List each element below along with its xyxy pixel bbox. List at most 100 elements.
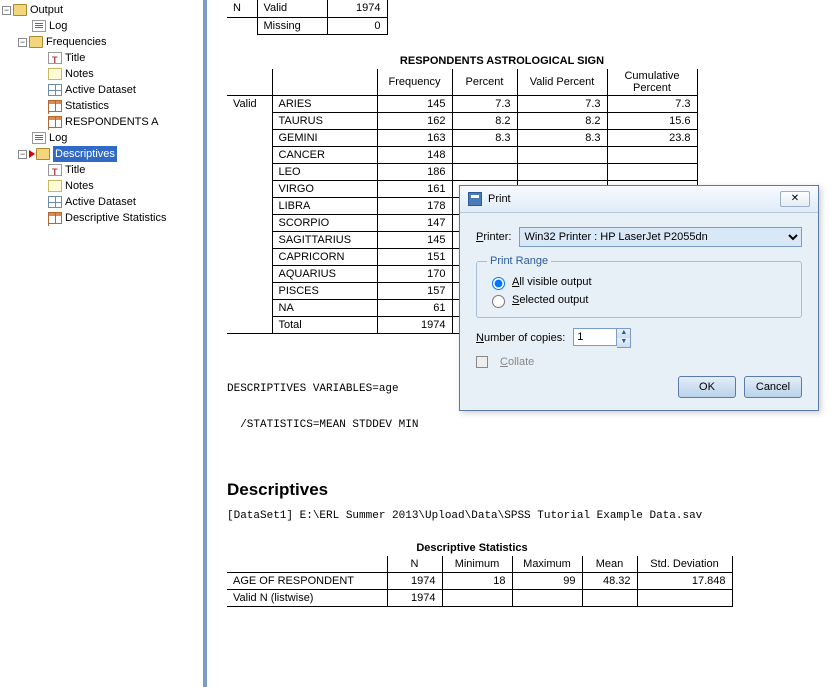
col-header: Mean xyxy=(582,556,637,573)
dataset-icon xyxy=(48,84,62,96)
value-cell: 151 xyxy=(377,248,452,265)
value-cell xyxy=(637,590,732,607)
copies-input[interactable] xyxy=(573,328,617,346)
valid-label-cell xyxy=(227,180,272,197)
tree-node-frequencies[interactable]: − Frequencies xyxy=(0,34,203,50)
collapse-icon[interactable]: − xyxy=(18,38,27,47)
table-row: Valid N (listwise)1974 xyxy=(227,590,732,607)
radio-all-visible[interactable] xyxy=(492,277,505,290)
dialog-close-button[interactable]: ✕ xyxy=(780,191,810,207)
sign-cell: ARIES xyxy=(272,95,377,112)
printer-select[interactable]: Win32 Printer : HP LaserJet P2055dn xyxy=(519,227,802,247)
cell: Missing xyxy=(257,17,327,34)
tree-node-statistics[interactable]: Statistics xyxy=(0,98,203,114)
value-cell: 23.8 xyxy=(607,129,697,146)
valid-label-cell xyxy=(227,231,272,248)
value-cell xyxy=(452,146,517,163)
value-cell: 15.6 xyxy=(607,112,697,129)
tree-node-desc-stats[interactable]: Descriptive Statistics xyxy=(0,210,203,226)
print-dialog-icon xyxy=(468,192,482,206)
tree-label: Notes xyxy=(65,178,94,194)
cell: 1974 xyxy=(327,0,387,17)
col-header: Minimum xyxy=(442,556,512,573)
syntax-line: /STATISTICS=MEAN STDDEV MIN xyxy=(227,419,826,431)
value-cell: 8.2 xyxy=(452,112,517,129)
value-cell xyxy=(607,146,697,163)
value-cell: 7.3 xyxy=(452,95,517,112)
row-label: Valid N (listwise) xyxy=(227,590,387,607)
spin-up[interactable]: ▲ xyxy=(617,329,630,338)
value-cell: 178 xyxy=(377,197,452,214)
tree-node-respondents[interactable]: RESPONDENTS A xyxy=(0,114,203,130)
tree-label: Title xyxy=(65,162,85,178)
collapse-icon[interactable]: − xyxy=(18,150,27,159)
tree-node-output[interactable]: − Output xyxy=(0,2,203,18)
valid-label-cell xyxy=(227,282,272,299)
tree-node-notes[interactable]: Notes xyxy=(0,66,203,82)
copies-label: Number of copies: xyxy=(476,332,565,344)
sign-cell: AQUARIUS xyxy=(272,265,377,282)
valid-label-cell xyxy=(227,214,272,231)
spin-down[interactable]: ▼ xyxy=(617,338,630,347)
desc-table-title: Descriptive Statistics xyxy=(227,542,717,554)
tree-node-title[interactable]: Title xyxy=(0,50,203,66)
value-cell: 8.2 xyxy=(517,112,607,129)
valid-label-cell xyxy=(227,265,272,282)
tree-node-active-dataset2[interactable]: Active Dataset xyxy=(0,194,203,210)
col-header: Frequency xyxy=(377,69,452,96)
tree-label: Active Dataset xyxy=(65,194,136,210)
collapse-icon[interactable]: − xyxy=(2,6,11,15)
tree-label: Active Dataset xyxy=(65,82,136,98)
value-cell: 18 xyxy=(442,573,512,590)
value-cell: 170 xyxy=(377,265,452,282)
value-cell: 7.3 xyxy=(607,95,697,112)
value-cell: 1974 xyxy=(387,590,442,607)
value-cell: 162 xyxy=(377,112,452,129)
notes-icon xyxy=(48,180,62,192)
radio-label: Selected output xyxy=(512,294,588,306)
value-cell: 145 xyxy=(377,231,452,248)
cell: 0 xyxy=(327,17,387,34)
value-cell: 186 xyxy=(377,163,452,180)
col-header: N xyxy=(387,556,442,573)
tree-node-log2[interactable]: Log xyxy=(0,130,203,146)
radio-selected[interactable] xyxy=(492,295,505,308)
cancel-button[interactable]: Cancel xyxy=(744,376,802,398)
sign-cell: NA xyxy=(272,299,377,316)
tree-label: Statistics xyxy=(65,98,109,114)
tree-label: Output xyxy=(30,2,63,18)
small-n-table: N Valid 1974 Missing 0 xyxy=(227,0,388,35)
value-cell: 17.848 xyxy=(637,573,732,590)
value-cell: 61 xyxy=(377,299,452,316)
value-cell xyxy=(517,146,607,163)
table-row: LEO186 xyxy=(227,163,697,180)
dataset-path: [DataSet1] E:\ERL Summer 2013\Upload\Dat… xyxy=(227,510,826,522)
dialog-title: Print xyxy=(488,193,511,205)
valid-label-cell xyxy=(227,112,272,129)
dialog-titlebar[interactable]: Print ✕ xyxy=(460,186,818,213)
tree-node-descriptives[interactable]: − Descriptives xyxy=(0,146,203,162)
value-cell: 7.3 xyxy=(517,95,607,112)
tree-node-log[interactable]: Log xyxy=(0,18,203,34)
sign-cell: CAPRICORN xyxy=(272,248,377,265)
print-range-legend: Print Range xyxy=(487,255,551,267)
tree-node-active-dataset[interactable]: Active Dataset xyxy=(0,82,203,98)
valid-label-cell xyxy=(227,129,272,146)
table-icon xyxy=(48,116,62,128)
print-range-fieldset: Print Range All visible output Selected … xyxy=(476,255,802,318)
valid-label-cell xyxy=(227,146,272,163)
value-cell: 99 xyxy=(512,573,582,590)
book-icon xyxy=(29,36,43,48)
value-cell xyxy=(452,163,517,180)
output-icon xyxy=(13,4,27,16)
ok-button[interactable]: OK xyxy=(678,376,736,398)
value-cell: 48.32 xyxy=(582,573,637,590)
value-cell xyxy=(517,163,607,180)
tree-label: Log xyxy=(49,130,67,146)
output-tree: − Output Log − Frequencies Title Notes A… xyxy=(0,0,205,687)
tree-node-notes2[interactable]: Notes xyxy=(0,178,203,194)
sign-cell: LEO xyxy=(272,163,377,180)
col-header: Cumulative Percent xyxy=(607,69,697,96)
value-cell xyxy=(512,590,582,607)
tree-node-title2[interactable]: Title xyxy=(0,162,203,178)
